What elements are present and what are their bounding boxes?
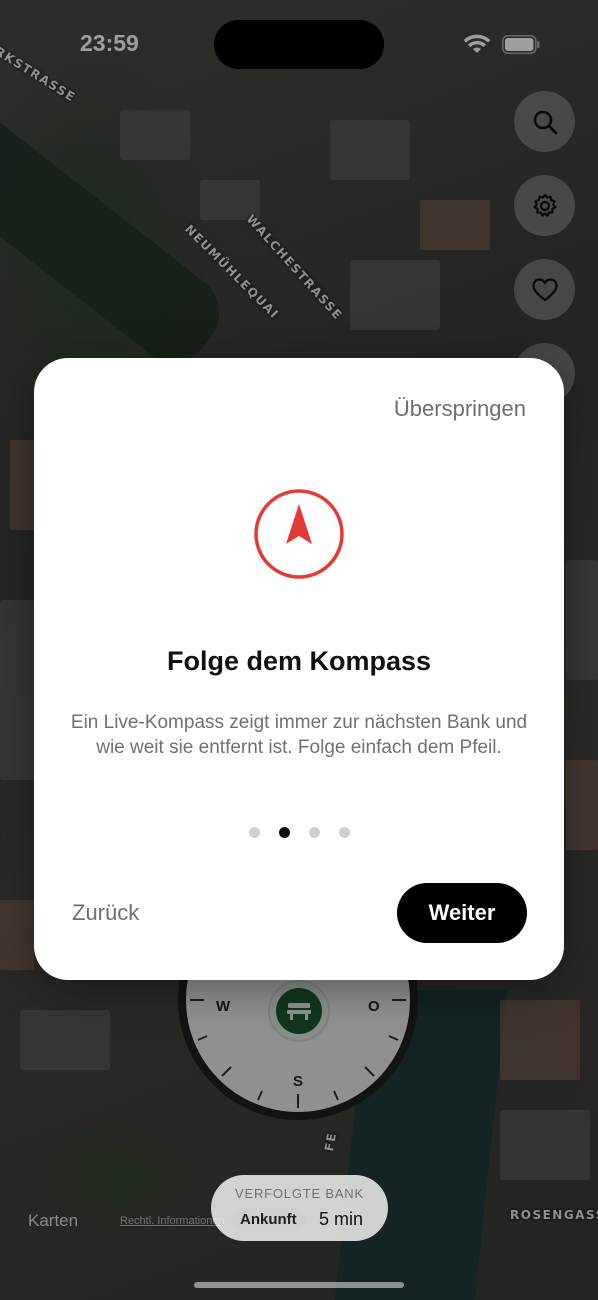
next-button[interactable]: Weiter: [397, 883, 527, 943]
page-dot[interactable]: [338, 827, 350, 838]
legal-link[interactable]: Rechtl. Informationen: [120, 1215, 225, 1227]
page-dot[interactable]: [248, 827, 260, 838]
back-button[interactable]: Zurück: [72, 900, 139, 926]
tracked-bench-label: VERFOLGTE BANK: [235, 1186, 364, 1201]
page-dot-active[interactable]: [278, 827, 290, 838]
compass-arrow-icon: [254, 489, 344, 579]
page-dot[interactable]: [308, 827, 320, 838]
page-indicator: [34, 827, 564, 838]
skip-button[interactable]: Überspringen: [394, 396, 526, 422]
onboarding-description: Ein Live-Kompass zeigt immer zur nächste…: [70, 712, 528, 758]
tracked-bench-pill[interactable]: VERFOLGTE BANK Ankunft 5 min: [211, 1175, 388, 1241]
onboarding-card: Überspringen Folge dem Kompass Ein Live-…: [34, 358, 564, 980]
arrival-time: 5 min: [319, 1209, 364, 1229]
arrival-badge: Ankunft: [231, 1208, 306, 1231]
onboarding-title: Folge dem Kompass: [166, 646, 432, 676]
home-indicator: [194, 1282, 404, 1288]
maps-attribution: Karten: [28, 1211, 79, 1230]
